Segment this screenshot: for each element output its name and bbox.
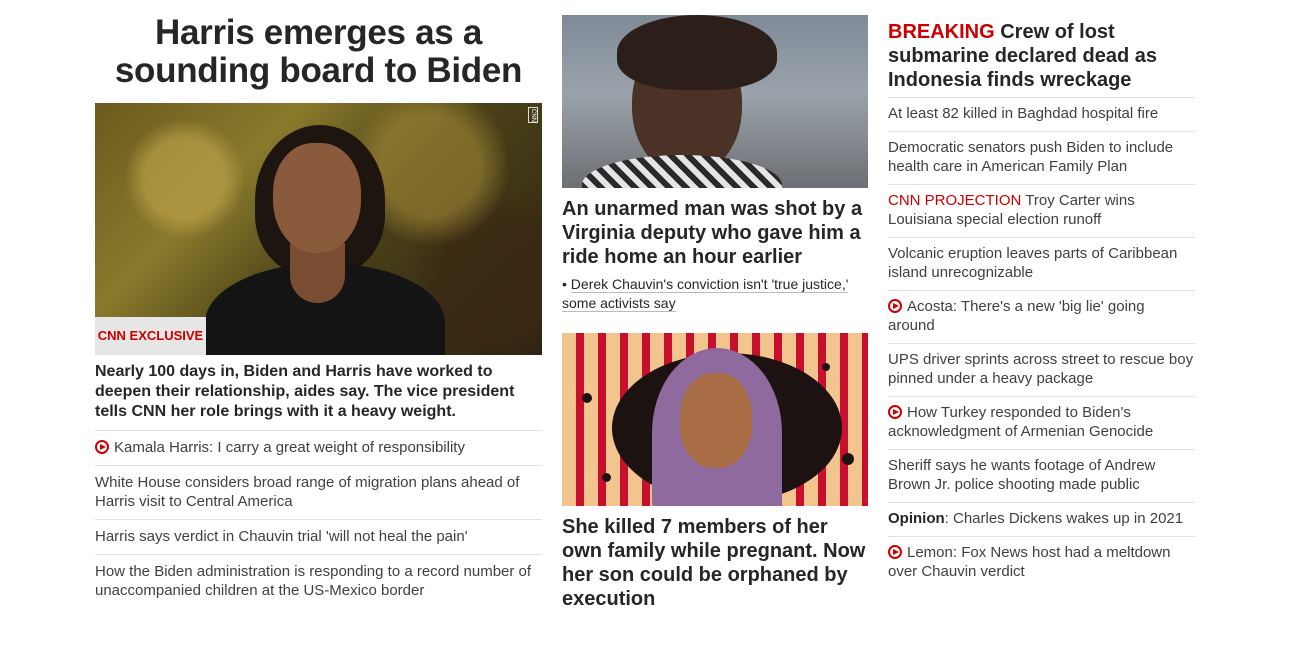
list-item-text: How the Biden administration is respondi… [95, 563, 532, 599]
breaking-headline[interactable]: BREAKING Crew of lost submarine declared… [888, 20, 1195, 92]
list-item[interactable]: Democratic senators push Biden to includ… [888, 131, 1195, 184]
headline-list-column: BREAKING Crew of lost submarine declared… [888, 20, 1195, 589]
list-item-text: At least 82 killed in Baghdad hospital f… [888, 105, 1159, 122]
headline-list: At least 82 killed in Baghdad hospital f… [888, 97, 1195, 589]
story1-image-shirt [582, 155, 782, 188]
list-item-text: Sheriff says he wants footage of Andrew … [888, 457, 1156, 493]
story2-image[interactable] [562, 333, 868, 506]
story2-image-face [680, 373, 752, 468]
list-item-text: UPS driver sprints across street to resc… [888, 351, 1194, 387]
story1-headline[interactable]: An unarmed man was shot by a Virginia de… [562, 197, 868, 269]
story2-headline[interactable]: She killed 7 members of her own family w… [562, 515, 868, 611]
list-item[interactable]: White House considers broad range of mig… [95, 465, 542, 519]
breaking-label: BREAKING [888, 21, 995, 43]
story1-related: • Derek Chauvin's conviction isn't 'true… [562, 275, 868, 313]
video-play-icon [888, 545, 902, 559]
story1-image[interactable] [562, 15, 868, 188]
list-item[interactable]: At least 82 killed in Baghdad hospital f… [888, 97, 1195, 131]
list-item[interactable]: Lemon: Fox News host had a meltdown over… [888, 536, 1195, 589]
story2-image-splatter [582, 393, 592, 403]
list-item-prefix: Opinion [888, 510, 945, 527]
story1-related-link[interactable]: Derek Chauvin's conviction isn't 'true j… [562, 276, 849, 312]
list-item[interactable]: How the Biden administration is respondi… [95, 554, 542, 608]
story2-image-splatter [822, 363, 830, 371]
list-item[interactable]: CNN PROJECTION Troy Carter wins Louisian… [888, 184, 1195, 237]
story2-image-splatter [842, 453, 854, 465]
lead-summary[interactable]: Nearly 100 days in, Biden and Harris hav… [95, 362, 542, 422]
list-item[interactable]: Opinion: Charles Dickens wakes up in 202… [888, 502, 1195, 536]
list-item[interactable]: Harris says verdict in Chauvin trial 'wi… [95, 519, 542, 554]
list-item-text: Volcanic eruption leaves parts of Caribb… [888, 245, 1178, 281]
list-item[interactable]: UPS driver sprints across street to resc… [888, 343, 1195, 396]
lead-story: Harris emerges as a sounding board to Bi… [95, 14, 542, 608]
cnn-watermark: CNN [528, 107, 538, 123]
list-item[interactable]: Acosta: There's a new 'big lie' going ar… [888, 290, 1195, 343]
list-item-text: White House considers broad range of mig… [95, 474, 520, 510]
list-item[interactable]: Sheriff says he wants footage of Andrew … [888, 449, 1195, 502]
list-item-text: How Turkey responded to Biden's acknowle… [888, 404, 1154, 440]
cnn-exclusive-label: CNN EXCLUSIVE [95, 317, 206, 355]
story2-image-splatter [602, 473, 611, 482]
lead-related-list: Kamala Harris: I carry a great weight of… [95, 430, 542, 608]
bullet: • [562, 276, 567, 292]
lead-headline[interactable]: Harris emerges as a sounding board to Bi… [95, 14, 542, 90]
video-play-icon [888, 405, 902, 419]
list-item-text: Kamala Harris: I carry a great weight of… [114, 439, 465, 456]
list-item[interactable]: Volcanic eruption leaves parts of Caribb… [888, 237, 1195, 290]
story1-image-headwrap [617, 15, 777, 90]
lead-image[interactable]: CNN CNN EXCLUSIVE [95, 103, 542, 355]
middle-stories: An unarmed man was shot by a Virginia de… [562, 15, 868, 611]
list-item[interactable]: Kamala Harris: I carry a great weight of… [95, 430, 542, 465]
video-play-icon [95, 440, 109, 454]
video-play-icon [888, 299, 902, 313]
lead-image-face [273, 143, 361, 253]
list-item-text: : Charles Dickens wakes up in 2021 [944, 510, 1184, 527]
list-item-text: Democratic senators push Biden to includ… [888, 139, 1174, 175]
list-item-text: Acosta: There's a new 'big lie' going ar… [888, 298, 1145, 334]
list-item-text: Lemon: Fox News host had a meltdown over… [888, 544, 1171, 580]
list-item-prefix: CNN PROJECTION [888, 192, 1022, 209]
list-item[interactable]: How Turkey responded to Biden's acknowle… [888, 396, 1195, 449]
list-item-text: Harris says verdict in Chauvin trial 'wi… [95, 528, 468, 545]
